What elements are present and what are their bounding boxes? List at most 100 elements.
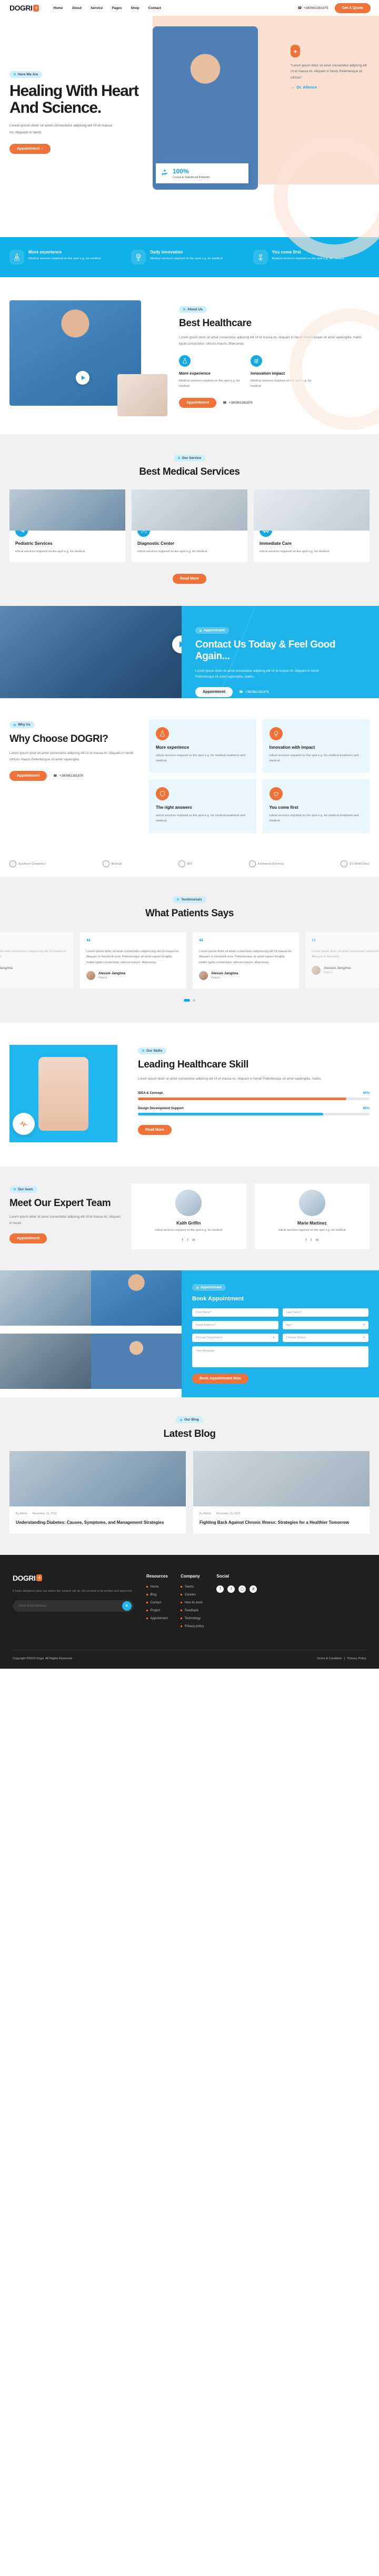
about-phone[interactable]: ☎ +380961381876 bbox=[223, 401, 253, 405]
why-section: Why Us Why Choose DOGRI? Lorem ipsum dol… bbox=[0, 698, 379, 851]
team-badge: Our team bbox=[9, 1186, 37, 1193]
play-icon bbox=[81, 376, 85, 380]
service-photo bbox=[132, 489, 247, 531]
why-card-text: edical services required on the spot e.g… bbox=[156, 814, 245, 823]
why-badge: Why Us bbox=[9, 721, 35, 729]
doctor-select[interactable]: Choose Doctor ▾ bbox=[282, 1333, 368, 1342]
blog-post-title: Understanding Diabetes: Causes, Symptoms… bbox=[16, 1520, 164, 1525]
footer-link[interactable]: Appointment bbox=[146, 1617, 168, 1620]
footer-link[interactable]: Technology bbox=[181, 1617, 204, 1620]
facebook-icon[interactable]: f bbox=[182, 1238, 183, 1242]
email-input[interactable]: Email Address* bbox=[192, 1320, 278, 1329]
terms-link[interactable]: Terms & Condition bbox=[317, 1657, 342, 1660]
footer-link[interactable]: Contact bbox=[146, 1601, 168, 1604]
twitter-icon[interactable]: t bbox=[187, 1238, 188, 1242]
facebook-icon[interactable]: f bbox=[305, 1238, 306, 1242]
cta-play-button[interactable] bbox=[172, 635, 182, 653]
hero-badge-label: Here We Are bbox=[18, 72, 38, 76]
first-name-input[interactable]: First Name* bbox=[192, 1308, 278, 1317]
blog-card[interactable]: By Admin November 15, 2023 Fighting Back… bbox=[193, 1451, 370, 1534]
nav-item-service[interactable]: Service bbox=[91, 6, 103, 10]
footer-bottom: Copyright ®2023 Dogri. All Rights Reserv… bbox=[13, 1649, 366, 1669]
appointment-photo bbox=[91, 1334, 182, 1389]
skill-read-more-button[interactable]: Read More bbox=[138, 1124, 172, 1135]
blog-photo bbox=[9, 1451, 186, 1506]
hero-appointment-label: Appointment bbox=[17, 147, 40, 151]
service-photo bbox=[254, 489, 370, 531]
services-badge: Our Service bbox=[173, 454, 206, 462]
blog-card[interactable]: By Admin November 15, 2023 Understanding… bbox=[9, 1451, 186, 1534]
about-appointment-button[interactable]: Appointment bbox=[179, 398, 217, 408]
footer-logo[interactable]: DOGRI + bbox=[13, 1574, 134, 1582]
team-member-card: Kaith Griffin edical services required o… bbox=[131, 1183, 246, 1249]
logo[interactable]: DOGRI + bbox=[9, 4, 39, 12]
privacy-link[interactable]: Privacy Policy bbox=[347, 1657, 366, 1660]
site-header: DOGRI + Home About Service Pages Shop Co… bbox=[0, 0, 379, 16]
header-phone[interactable]: ☎ +380961381876 bbox=[297, 6, 328, 11]
why-card-text: edical services required on the spot e.g… bbox=[269, 753, 359, 763]
footer-link[interactable]: Home bbox=[146, 1585, 168, 1589]
footer-link[interactable]: Careers bbox=[181, 1593, 204, 1596]
service-photo bbox=[9, 489, 125, 531]
badge-dot-icon bbox=[183, 308, 185, 310]
footer-link[interactable]: Project bbox=[146, 1609, 168, 1612]
footer-link[interactable]: Feedback bbox=[181, 1609, 204, 1612]
about-section: About Us Best Healthcare Lorem ipsum dol… bbox=[0, 277, 379, 434]
service-title: Pediatric Services bbox=[15, 541, 53, 546]
instagram-icon[interactable]: ▢ bbox=[238, 1585, 246, 1593]
nav-item-shop[interactable]: Shop bbox=[131, 6, 139, 10]
services-read-more-button[interactable]: Read More bbox=[173, 573, 206, 584]
testimonial-pagination[interactable] bbox=[0, 999, 379, 1002]
testimonial-text: Lorem ipsum dolor sit amet consectetur a… bbox=[312, 949, 379, 959]
separator: | bbox=[344, 1657, 345, 1660]
footer-link[interactable]: Blog bbox=[146, 1593, 168, 1596]
nav-item-home[interactable]: Home bbox=[53, 6, 63, 10]
badge-dot-icon bbox=[14, 723, 16, 726]
bullet-icon bbox=[181, 1610, 182, 1611]
bullet-icon bbox=[146, 1594, 148, 1595]
doctor-placeholder: Choose Doctor bbox=[286, 1336, 306, 1339]
age-select[interactable]: Age * ▾ bbox=[282, 1320, 368, 1329]
why-paragraph: Lorem ipsum dolor sit amet consectetur a… bbox=[9, 751, 134, 761]
facebook-icon[interactable]: f bbox=[216, 1585, 224, 1593]
circle-icon bbox=[178, 860, 185, 868]
footer-link[interactable]: Teams bbox=[181, 1585, 204, 1589]
get-a-quote-button[interactable]: Get A Quote bbox=[334, 3, 371, 13]
target-icon bbox=[251, 355, 262, 367]
send-icon[interactable]: ✈ bbox=[122, 1601, 132, 1611]
message-textarea[interactable]: Your Message bbox=[192, 1346, 368, 1367]
linkedin-icon[interactable]: in bbox=[193, 1238, 195, 1242]
why-phone[interactable]: ☎ +380961381876 bbox=[53, 774, 83, 778]
service-card[interactable]: Diagnostic Center edical services requir… bbox=[132, 489, 247, 562]
chevron-right-icon: › bbox=[42, 147, 43, 151]
pinterest-icon[interactable]: p bbox=[250, 1585, 257, 1593]
footer-brand: DOGRI + It helps designers plan out wher… bbox=[13, 1574, 134, 1633]
footer-link[interactable]: How its work bbox=[181, 1601, 204, 1604]
twitter-icon[interactable]: t bbox=[311, 1238, 312, 1242]
testimonial-role: Patient bbox=[324, 971, 333, 974]
service-card[interactable]: Immediate Care edical services required … bbox=[254, 489, 370, 562]
nav-item-about[interactable]: About bbox=[72, 6, 82, 10]
linkedin-icon[interactable]: in bbox=[316, 1238, 318, 1242]
brand-name: Medical bbox=[111, 862, 122, 866]
hero-appointment-button[interactable]: Appointment › bbox=[9, 144, 51, 154]
newsletter-input[interactable] bbox=[19, 1604, 122, 1608]
hero-paragraph: Lorem ipsum dolor sit amet consectetur a… bbox=[9, 124, 112, 134]
nav-item-pages[interactable]: Pages bbox=[112, 6, 122, 10]
book-appointment-button[interactable]: Book Appointment Now bbox=[192, 1373, 249, 1384]
why-copy: Why Us Why Choose DOGRI? Lorem ipsum dol… bbox=[9, 719, 138, 834]
badge-dot-icon bbox=[14, 73, 16, 75]
footer-link[interactable]: Privacy policy bbox=[181, 1625, 204, 1628]
brand-name: Archwood Services bbox=[257, 862, 284, 866]
department-select[interactable]: Choose Department ▾ bbox=[192, 1333, 278, 1342]
hero-quote-author: → Dr. Allence bbox=[291, 85, 370, 90]
pagination-dot-active[interactable] bbox=[184, 999, 190, 1002]
service-card[interactable]: Pediatric Services edical services requi… bbox=[9, 489, 125, 562]
appointment-badge-label: Appointment bbox=[201, 1286, 222, 1290]
last-name-input[interactable]: Last Name* bbox=[282, 1308, 368, 1317]
nav-item-contact[interactable]: Contact bbox=[148, 6, 161, 10]
twitter-icon[interactable]: t bbox=[227, 1585, 235, 1593]
pagination-dot[interactable] bbox=[193, 999, 195, 1002]
why-appointment-button[interactable]: Appointment bbox=[9, 771, 47, 781]
team-appointment-button[interactable]: Appointment bbox=[9, 1233, 47, 1244]
